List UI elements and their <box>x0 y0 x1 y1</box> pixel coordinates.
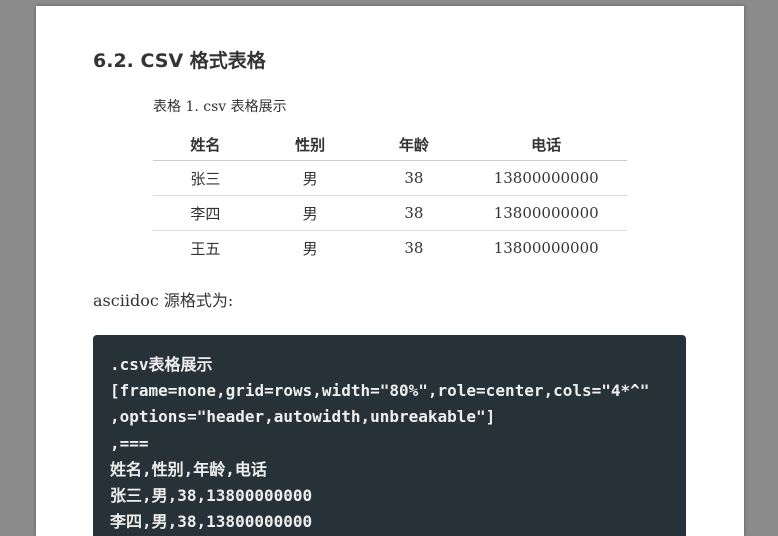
table-cell: 张三 <box>153 160 258 196</box>
code-line: [frame=none,grid=rows,width="80%",role=c… <box>110 381 650 401</box>
table-caption: 表格 1. csv 表格展示 <box>153 99 287 115</box>
section-title: 6.2. CSV 格式表格 <box>93 50 266 72</box>
table-row: 李四 男 38 13800000000 <box>153 195 627 231</box>
csv-table: 姓名 性别 年龄 电话 张三 男 38 13800000000 李四 男 38 … <box>153 128 627 265</box>
table-header-row: 姓名 性别 年龄 电话 <box>153 128 627 161</box>
table-cell: 李四 <box>153 195 258 231</box>
code-line: ,options="header,autowidth,unbreakable"] <box>110 407 496 427</box>
column-header-age: 年龄 <box>362 128 466 161</box>
table-row: 王五 男 38 13800000000 <box>153 231 627 266</box>
table-cell: 男 <box>257 195 363 231</box>
code-line: ,=== <box>110 433 149 453</box>
table-cell: 王五 <box>190 239 221 258</box>
table-cell: 13800000000 <box>465 160 627 196</box>
code-line: 姓名,性别,年龄,电话 <box>110 459 267 479</box>
table-cell: 38 <box>404 239 424 257</box>
table-cell: 13800000000 <box>465 195 627 231</box>
column-header-phone: 电话 <box>465 128 627 161</box>
intro-paragraph: asciidoc 源格式为: <box>93 291 234 310</box>
column-header-name: 姓名 <box>153 128 258 161</box>
code-line: 张三,男,38,13800000000 <box>110 485 313 505</box>
table-cell: 男 <box>302 239 318 258</box>
code-block[interactable]: .csv表格展示 [frame=none,grid=rows,width="80… <box>93 335 686 536</box>
table-cell: 38 <box>362 160 466 196</box>
column-header-gender: 性别 <box>257 128 363 161</box>
code-line: .csv表格展示 <box>110 355 213 374</box>
document-page: 6.2. CSV 格式表格 表格 1. csv 表格展示 姓名 性别 年龄 电话… <box>36 6 744 536</box>
table-cell: 38 <box>362 195 466 231</box>
table-cell: 13800000000 <box>493 239 599 257</box>
table-cell: 男 <box>257 160 363 196</box>
code-line: 李四,男,38,13800000000 <box>110 512 313 532</box>
table-row: 张三 男 38 13800000000 <box>153 160 627 196</box>
